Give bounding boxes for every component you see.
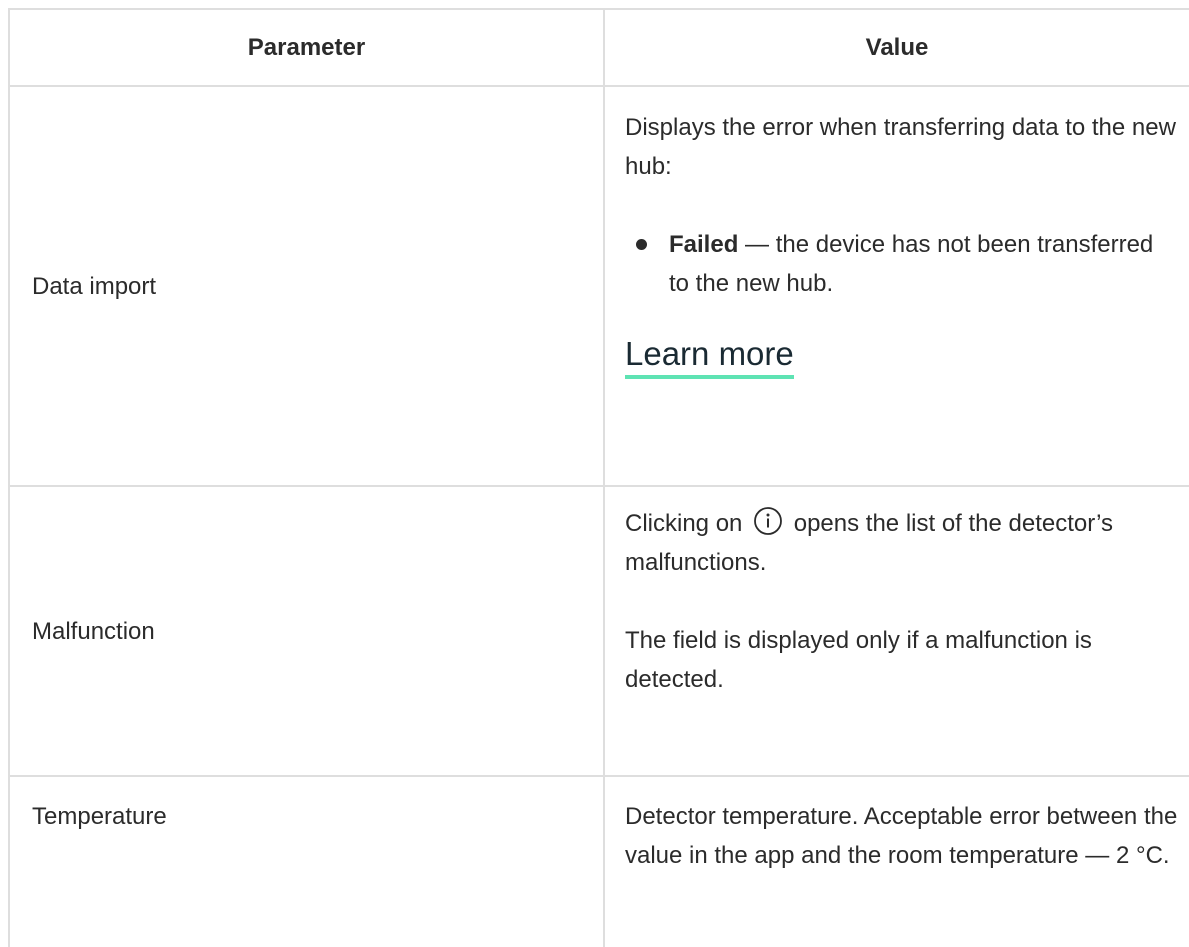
bullet-text: — the device has not been transferred to…	[669, 231, 1154, 297]
header-parameter: Parameter	[10, 10, 605, 85]
value-cell-temperature: Detector temperature. Acceptable error b…	[605, 777, 1189, 947]
bullet-list: Failed — the device has not been transfe…	[625, 225, 1179, 303]
header-value: Value	[605, 10, 1189, 85]
table-row: Data import Displays the error when tran…	[10, 87, 1189, 487]
parameter-cell-data-import: Data import	[10, 87, 605, 485]
info-circle-icon	[753, 506, 783, 536]
bullet-term: Failed	[669, 231, 739, 258]
value-description: Clicking on opens the list of the detect…	[625, 504, 1179, 582]
parameter-cell-malfunction: Malfunction	[10, 487, 605, 775]
bullet-dot-icon	[636, 239, 647, 250]
table-header-row: Parameter Value	[10, 10, 1189, 87]
value-cell-malfunction: Clicking on opens the list of the detect…	[605, 487, 1189, 775]
value-cell-data-import: Displays the error when transferring dat…	[605, 87, 1189, 485]
value-note: The field is displayed only if a malfunc…	[625, 627, 1092, 693]
parameters-table: Parameter Value Data import Displays the…	[8, 8, 1189, 947]
table-row: Temperature Detector temperature. Accept…	[10, 777, 1189, 947]
learn-more-link[interactable]: Learn more	[625, 333, 794, 379]
value-description: Displays the error when transferring dat…	[625, 114, 1176, 180]
list-item: Failed — the device has not been transfe…	[625, 225, 1179, 303]
parameter-cell-temperature: Temperature	[10, 777, 605, 947]
table-row: Malfunction Clicking on opens the list o…	[10, 487, 1189, 777]
